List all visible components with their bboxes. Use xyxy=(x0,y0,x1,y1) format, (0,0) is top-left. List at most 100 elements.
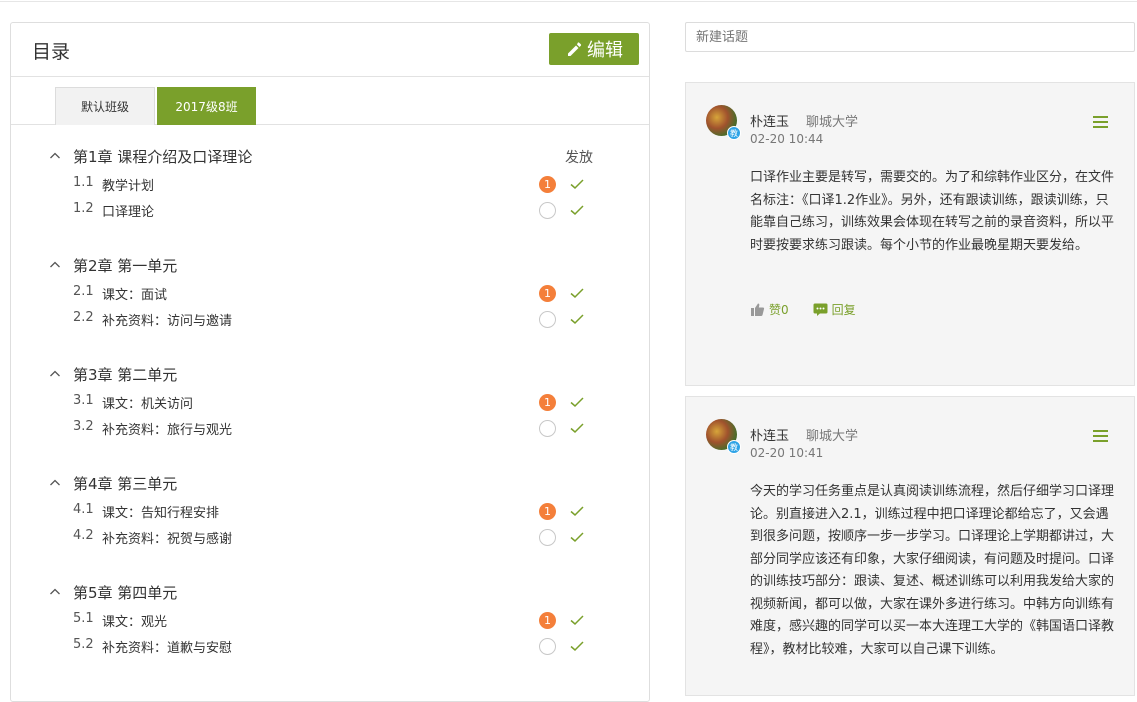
post-time: 02-20 10:41 xyxy=(750,446,824,460)
chapter-header[interactable]: 第5章 第四单元 xyxy=(11,577,649,607)
section-row[interactable]: 1.1 教学计划 1 xyxy=(11,171,649,197)
post-time: 02-20 10:44 xyxy=(750,132,824,146)
tab-default-class[interactable]: 默认班级 xyxy=(55,87,155,125)
edit-label: 编辑 xyxy=(587,40,623,61)
check-icon[interactable] xyxy=(569,395,585,409)
chapter-header[interactable]: 第4章 第三单元 xyxy=(11,468,649,498)
section-row[interactable]: 2.1 课文：面试 1 xyxy=(11,280,649,306)
section-title[interactable]: 课文：告知行程安排 xyxy=(102,502,219,521)
chapter-2: 第2章 第一单元 2.1 课文：面试 1 2.2 补充资料：访问与邀请 xyxy=(11,250,649,332)
post-body: 口译作业主要是转写，需要交的。为了和综韩作业区分，在文件名标注：《口译1.2作业… xyxy=(750,170,1115,253)
section-number: 3.1 xyxy=(73,393,94,408)
menu-icon[interactable] xyxy=(1093,430,1108,442)
edit-button[interactable]: 编辑 xyxy=(549,33,639,65)
menu-icon[interactable] xyxy=(1093,116,1108,128)
section-row[interactable]: 3.2 补充资料：旅行与观光 xyxy=(11,415,649,441)
section-number: 3.2 xyxy=(73,419,94,434)
reply-button[interactable]: 回复 xyxy=(813,301,856,318)
section-row[interactable]: 4.1 课文：告知行程安排 1 xyxy=(11,498,649,524)
chapter-title[interactable]: 第5章 第四单元 xyxy=(73,582,177,603)
chapter-title[interactable]: 第3章 第二单元 xyxy=(73,364,177,385)
section-title[interactable]: 口译理论 xyxy=(102,201,154,220)
check-icon[interactable] xyxy=(569,203,585,217)
top-divider xyxy=(0,0,1137,2)
catalog-header: 目录 编辑 xyxy=(11,23,649,77)
empty-status-circle xyxy=(539,202,556,219)
post-school: 聊城大学 xyxy=(806,115,859,130)
chapter-title[interactable]: 第1章 课程介绍及口译理论 xyxy=(73,146,252,167)
teacher-tag-badge: 教 xyxy=(727,440,741,454)
section-title[interactable]: 课文：机关访问 xyxy=(102,393,193,412)
check-icon[interactable] xyxy=(569,312,585,326)
section-number: 1.2 xyxy=(73,201,94,216)
chapter-1: 第1章 课程介绍及口译理论 发放 1.1 教学计划 1 1.2 口译理论 xyxy=(11,141,649,223)
section-title[interactable]: 补充资料：访问与邀请 xyxy=(102,310,232,329)
section-number: 4.1 xyxy=(73,502,94,517)
check-icon[interactable] xyxy=(569,286,585,300)
like-label: 赞0 xyxy=(769,303,789,317)
tab-class-2017-8[interactable]: 2017级8班 xyxy=(157,87,256,125)
chapter-title[interactable]: 第2章 第一单元 xyxy=(73,255,177,276)
section-row[interactable]: 1.2 口译理论 xyxy=(11,197,649,223)
section-title[interactable]: 补充资料：道歉与安慰 xyxy=(102,637,232,656)
post-body: 今天的学习任务重点是认真阅读训练流程，然后仔细学习口译理论。别直接进入2.1，训… xyxy=(750,484,1115,657)
post-school: 聊城大学 xyxy=(806,429,859,444)
like-button[interactable]: 赞0 xyxy=(750,301,789,318)
chevron-up-icon[interactable] xyxy=(49,477,61,489)
check-icon[interactable] xyxy=(569,177,585,191)
section-row[interactable]: 2.2 补充资料：访问与邀请 xyxy=(11,306,649,332)
section-title[interactable]: 补充资料：祝贺与感谢 xyxy=(102,528,232,547)
thumbs-up-icon xyxy=(751,303,765,316)
class-tabs: 默认班级 2017级8班 xyxy=(11,77,649,125)
section-title[interactable]: 课文：观光 xyxy=(102,611,167,630)
check-icon[interactable] xyxy=(569,530,585,544)
check-icon[interactable] xyxy=(569,421,585,435)
task-count-badge: 1 xyxy=(539,394,556,411)
task-count-badge: 1 xyxy=(539,612,556,629)
section-title[interactable]: 课文：面试 xyxy=(102,284,167,303)
chapter-title[interactable]: 第4章 第三单元 xyxy=(73,473,177,494)
catalog-panel: 目录 编辑 默认班级 2017级8班 第1章 课程介绍及口译理论 发放 1.1 … xyxy=(10,22,650,702)
section-title[interactable]: 补充资料：旅行与观光 xyxy=(102,419,232,438)
chapter-header[interactable]: 第3章 第二单元 xyxy=(11,359,649,389)
post-actions: 赞0 回复 xyxy=(750,301,856,318)
chevron-up-icon[interactable] xyxy=(49,368,61,380)
empty-status-circle xyxy=(539,311,556,328)
empty-status-circle xyxy=(539,638,556,655)
section-row[interactable]: 5.1 课文：观光 1 xyxy=(11,607,649,633)
section-row[interactable]: 3.1 课文：机关访问 1 xyxy=(11,389,649,415)
section-number: 5.1 xyxy=(73,611,94,626)
new-topic-input[interactable] xyxy=(685,22,1135,52)
chapter-4: 第4章 第三单元 4.1 课文：告知行程安排 1 4.2 补充资料：祝贺与感谢 xyxy=(11,468,649,550)
section-number: 4.2 xyxy=(73,528,94,543)
task-count-badge: 1 xyxy=(539,503,556,520)
section-number: 1.1 xyxy=(73,175,94,190)
chevron-up-icon[interactable] xyxy=(49,586,61,598)
chapter-5: 第5章 第四单元 5.1 课文：观光 1 5.2 补充资料：道歉与安慰 xyxy=(11,577,649,659)
chevron-up-icon[interactable] xyxy=(49,150,61,162)
catalog-title: 目录 xyxy=(32,41,71,63)
empty-status-circle xyxy=(539,529,556,546)
reply-label: 回复 xyxy=(831,303,856,317)
section-row[interactable]: 5.2 补充资料：道歉与安慰 xyxy=(11,633,649,659)
teacher-tag-badge: 教 xyxy=(727,126,741,140)
check-icon[interactable] xyxy=(569,639,585,653)
check-icon[interactable] xyxy=(569,504,585,518)
discussion-post: 教 朴连玉 聊城大学 02-20 10:41 今天的学习任务重点是认真阅读训练流… xyxy=(685,396,1135,696)
chapter-3: 第3章 第二单元 3.1 课文：机关访问 1 3.2 补充资料：旅行与观光 xyxy=(11,359,649,441)
chapter-header[interactable]: 第1章 课程介绍及口译理论 发放 xyxy=(11,141,649,171)
section-row[interactable]: 4.2 补充资料：祝贺与感谢 xyxy=(11,524,649,550)
section-number: 2.2 xyxy=(73,310,94,325)
chevron-up-icon[interactable] xyxy=(49,259,61,271)
task-count-badge: 1 xyxy=(539,176,556,193)
post-author[interactable]: 朴连玉 xyxy=(750,111,789,130)
pencil-icon xyxy=(568,42,582,56)
discussion-post: 教 朴连玉 聊城大学 02-20 10:44 口译作业主要是转写，需要交的。为了… xyxy=(685,82,1135,386)
section-title[interactable]: 教学计划 xyxy=(102,175,154,194)
post-author[interactable]: 朴连玉 xyxy=(750,425,789,444)
empty-status-circle xyxy=(539,420,556,437)
check-icon[interactable] xyxy=(569,613,585,627)
section-number: 2.1 xyxy=(73,284,94,299)
publish-column-label: 发放 xyxy=(565,150,593,166)
chapter-header[interactable]: 第2章 第一单元 xyxy=(11,250,649,280)
